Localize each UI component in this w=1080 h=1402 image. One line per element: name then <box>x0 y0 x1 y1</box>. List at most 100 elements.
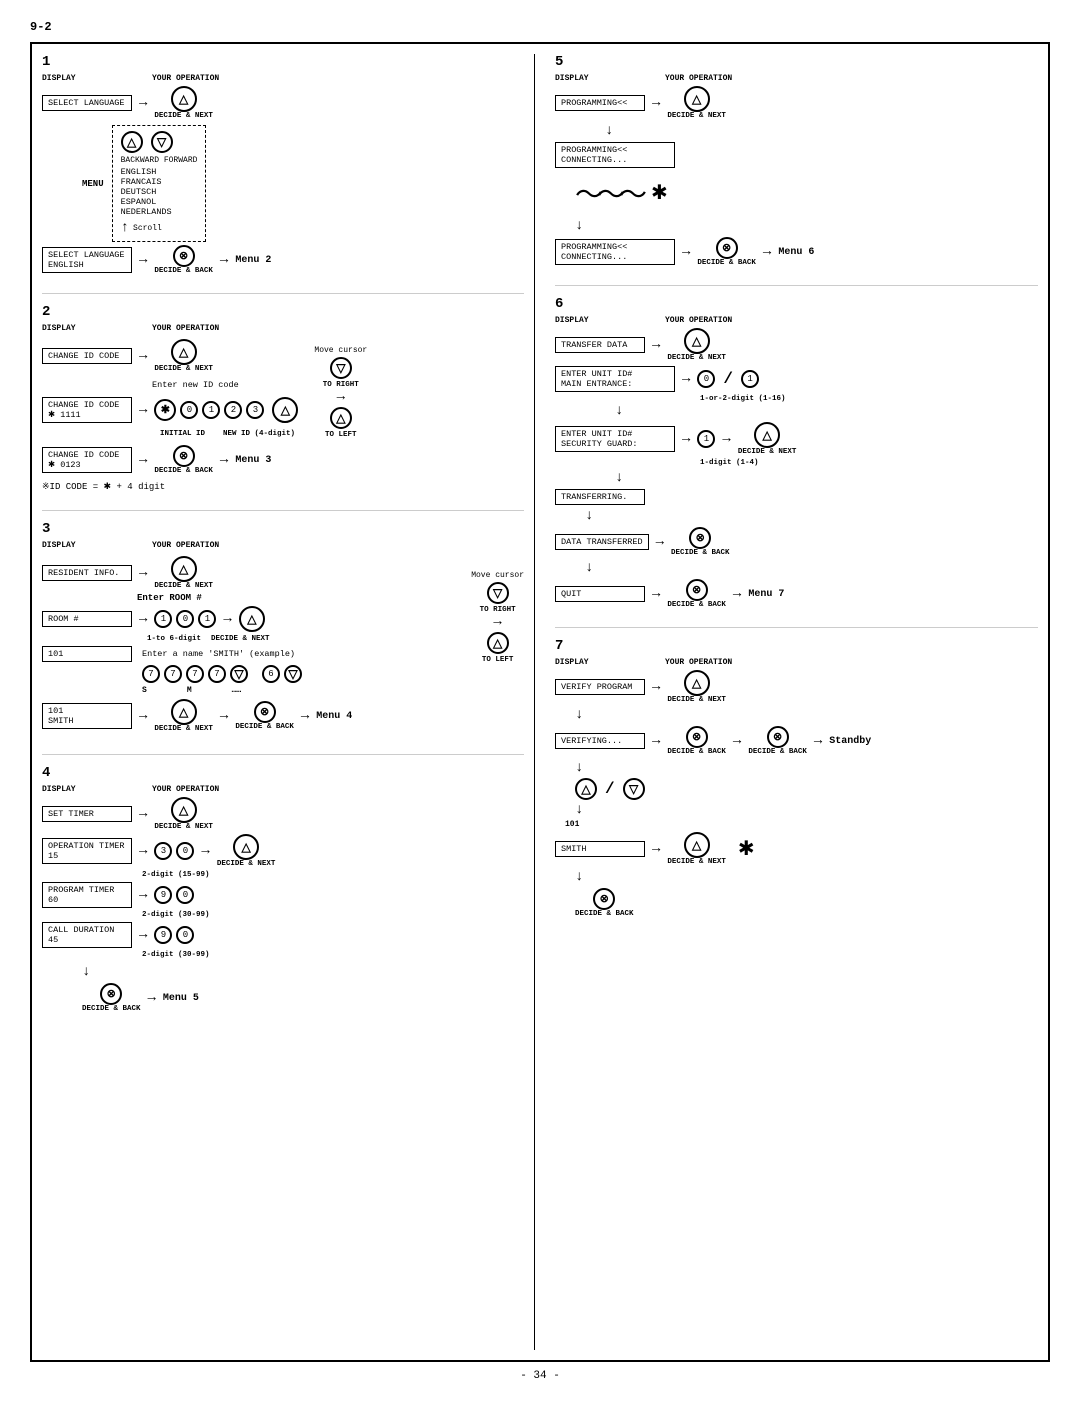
s6-n1[interactable]: 1 <box>741 370 759 388</box>
s7-decide-back1: DECIDE & BACK <box>667 748 726 756</box>
s6-n1b[interactable]: 1 <box>697 430 715 448</box>
s3-k7e[interactable]: ▽ <box>230 665 248 683</box>
s3-row2: ROOM # → 1 0 1 → △ <box>42 606 465 632</box>
s5-decide-next: DECIDE & NEXT <box>667 112 726 120</box>
s3-k7b[interactable]: 7 <box>164 665 182 683</box>
s1-lang5: NEDERLANDS <box>121 207 198 217</box>
s3-back-btn[interactable]: ⊗ <box>254 701 276 723</box>
s2-decide-next-label: DECIDE & NEXT <box>154 365 213 373</box>
s7-decide-btn2[interactable]: △ <box>684 832 710 858</box>
s1-back-btn[interactable]: ⊗ <box>173 245 195 267</box>
s2-num2[interactable]: 2 <box>224 401 242 419</box>
s2-num3[interactable]: 3 <box>246 401 264 419</box>
s7-standby: Standby <box>829 736 871 747</box>
s1-backward-btn[interactable]: △ <box>121 131 143 153</box>
s4-op-header: YOUR OPERATION <box>152 785 219 794</box>
s5-down2: ↓ <box>575 218 1038 234</box>
s3-num1[interactable]: 1 <box>154 610 172 628</box>
s7-back-btn2[interactable]: ⊗ <box>767 726 789 748</box>
s7-decide-back2: DECIDE & BACK <box>748 748 807 756</box>
s6-row2: ENTER UNIT ID#MAIN ENTRANCE: → 0 / 1 <box>555 366 1038 392</box>
s4-bottom: ↓ ⊗ DECIDE & BACK → Menu 5 <box>82 964 524 1016</box>
s6-box4: TRANSFERRING. <box>555 489 645 505</box>
s1-languages: ENGLISH FRANCAIS DEUTSCH ESPANOL NEDERLA… <box>121 167 198 217</box>
s2-decide-btn[interactable]: △ <box>171 339 197 365</box>
s6-decide-btn[interactable]: △ <box>684 328 710 354</box>
s3-decide-btn2[interactable]: △ <box>239 606 265 632</box>
s7-down-arrow1: ↓ <box>575 707 583 723</box>
s2-star-btn[interactable]: ✱ <box>154 399 176 421</box>
section-7-number: 7 <box>555 638 1038 654</box>
s3-k6[interactable]: 6 <box>262 665 280 683</box>
s3-decide-btn[interactable]: △ <box>171 556 197 582</box>
s7-down-btn[interactable]: ▽ <box>623 778 645 800</box>
s7-decide-btn[interactable]: △ <box>684 670 710 696</box>
s4-display-header: DISPLAY <box>42 785 152 794</box>
s4-decide-btn2[interactable]: △ <box>233 834 259 860</box>
s4-n0[interactable]: 0 <box>176 842 194 860</box>
s3-k7c[interactable]: 7 <box>186 665 204 683</box>
s7-up-btn[interactable]: △ <box>575 778 597 800</box>
s7-back-btn1[interactable]: ⊗ <box>686 726 708 748</box>
s6-back-btn2[interactable]: ⊗ <box>686 579 708 601</box>
s4-n9[interactable]: 9 <box>154 886 172 904</box>
s7-back-btn3[interactable]: ⊗ <box>593 888 615 910</box>
s1-lang2: FRANCAIS <box>121 177 198 187</box>
s6-back-btn[interactable]: ⊗ <box>689 527 711 549</box>
s1-row2: SELECT LANGUAGEENGLISH → ⊗ DECIDE & BACK… <box>42 245 524 275</box>
s1-decide-btn[interactable]: △ <box>171 86 197 112</box>
s4-box1: SET TIMER <box>42 806 132 822</box>
s6-box6: QUIT <box>555 586 645 602</box>
s7-op-header: YOUR OPERATION <box>665 658 732 667</box>
s7-row3: SMITH → △ DECIDE & NEXT ✱ <box>555 832 1038 866</box>
s4-box3: PROGRAM TIMER60 <box>42 882 132 908</box>
s2-main-row: CHANGE ID CODE → △ DECIDE & NEXT Enter n… <box>42 336 524 478</box>
s3-k7a[interactable]: 7 <box>142 665 160 683</box>
s4-n0b[interactable]: 0 <box>176 886 194 904</box>
s4-n0c[interactable]: 0 <box>176 926 194 944</box>
s3-num0[interactable]: 0 <box>176 610 194 628</box>
s1-menu-area: MENU △ ▽ BACKWARD FORWARD ENGLISH FRANCA… <box>82 125 524 242</box>
s4-row4: CALL DURATION45 → 9 0 <box>42 922 524 948</box>
page: 9-2 1 DISPLAY YOUR OPERATION SELECT LANG… <box>0 0 1080 1402</box>
s3-num1b[interactable]: 1 <box>198 610 216 628</box>
s5-back-btn[interactable]: ⊗ <box>716 237 738 259</box>
s2-num0[interactable]: 0 <box>180 401 198 419</box>
s1-forward-btn[interactable]: ▽ <box>151 131 173 153</box>
main-content: 1 DISPLAY YOUR OPERATION SELECT LANGUAGE… <box>30 42 1050 1362</box>
s5-display-header: DISPLAY <box>555 74 665 83</box>
s4-n3[interactable]: 3 <box>154 842 172 860</box>
s4-n9b[interactable]: 9 <box>154 926 172 944</box>
s3-down-btn[interactable]: ▽ <box>487 582 509 604</box>
s3-k6b[interactable]: ▽ <box>284 665 302 683</box>
s4-arrow1: → <box>139 806 147 822</box>
s2-id-note: ※ID CODE = ✱ + 4 digit <box>42 482 524 492</box>
s1-lang1: ENGLISH <box>121 167 198 177</box>
s3-up-btn[interactable]: △ <box>487 632 509 654</box>
s5-wavy: 〜〜〜 <box>575 173 641 213</box>
s6-down2: ↓ <box>615 470 1038 486</box>
s6-n0[interactable]: 0 <box>697 370 715 388</box>
s3-k7d[interactable]: 7 <box>208 665 226 683</box>
s2-up2-btn[interactable]: △ <box>330 407 352 429</box>
s6-decide-btn2[interactable]: △ <box>754 422 780 448</box>
s5-decide-btn[interactable]: △ <box>684 86 710 112</box>
right-column: 5 DISPLAY YOUR OPERATION PROGRAMMING<< →… <box>545 54 1038 1350</box>
s5-star: ✱ <box>651 180 668 206</box>
s2-down-btn[interactable]: ▽ <box>330 357 352 379</box>
s5-decide-back: DECIDE & BACK <box>697 259 756 267</box>
s6-1digit: 1-digit (1-4) <box>700 459 1038 467</box>
s6-decide-back2: DECIDE & BACK <box>667 601 726 609</box>
s2-back-btn[interactable]: ⊗ <box>173 445 195 467</box>
s2-up-btn[interactable]: △ <box>272 397 298 423</box>
s2-num1[interactable]: 1 <box>202 401 220 419</box>
s5-row3: PROGRAMMING<<CONNECTING... → ⊗ DECIDE & … <box>555 237 1038 267</box>
s4-back-btn[interactable]: ⊗ <box>100 983 122 1005</box>
s7-101-label: 101 <box>565 820 1038 829</box>
s2-labels-row: INITIAL ID NEW ID (4-digit) <box>42 430 298 438</box>
s1-scroll-label: Scroll <box>133 224 162 233</box>
s4-decide-next: DECIDE & NEXT <box>154 823 213 831</box>
s4-box4: CALL DURATION45 <box>42 922 132 948</box>
s4-decide-btn[interactable]: △ <box>171 797 197 823</box>
s3-decide-btn3[interactable]: △ <box>171 699 197 725</box>
